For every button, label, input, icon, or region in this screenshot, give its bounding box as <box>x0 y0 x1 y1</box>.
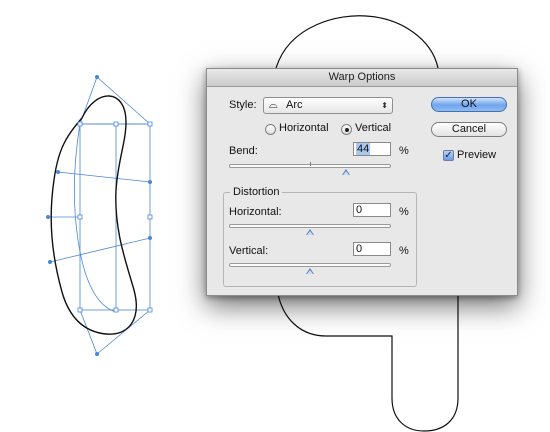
horizontal-distortion-label: Horizontal: <box>229 206 282 218</box>
vertical-distortion-label: Vertical: <box>229 245 269 257</box>
warp-envelope[interactable] <box>48 76 151 355</box>
style-value: Arc <box>286 99 303 111</box>
chevron-updown-icon: ⬍ <box>381 101 388 110</box>
horizontal-distortion-slider-thumb[interactable] <box>306 229 314 235</box>
vertical-radio-label[interactable]: Vertical <box>355 122 391 134</box>
arc-warp-icon: ⌓ <box>269 99 278 111</box>
bend-slider-center-tick <box>310 162 311 166</box>
vertical-distortion-field[interactable]: 0 <box>353 242 391 256</box>
warp-options-dialog: Warp Options Style: ⌓ Arc ⬍ Horizontal V… <box>206 68 518 296</box>
preview-checkbox[interactable]: ✓ <box>443 150 454 161</box>
dialog-title[interactable]: Warp Options <box>207 69 517 87</box>
style-popup[interactable]: ⌓ Arc ⬍ <box>263 97 393 114</box>
vertical-distortion-unit: % <box>399 245 409 257</box>
ok-button[interactable]: OK <box>431 97 507 112</box>
horizontal-radio-label[interactable]: Horizontal <box>279 122 329 134</box>
distortion-group-title: Distortion <box>230 186 283 198</box>
horizontal-distortion-slider-track[interactable] <box>229 224 391 228</box>
bend-unit: % <box>399 145 409 157</box>
horizontal-distortion-unit: % <box>399 206 409 218</box>
cancel-button[interactable]: Cancel <box>431 122 507 137</box>
style-label: Style: <box>229 99 257 111</box>
vertical-distortion-slider-thumb[interactable] <box>306 268 314 274</box>
bend-label: Bend: <box>229 145 258 157</box>
horizontal-distortion-field[interactable]: 0 <box>353 203 391 217</box>
preview-label[interactable]: Preview <box>457 149 496 161</box>
vertical-radio[interactable] <box>341 124 352 135</box>
bend-value: 44 <box>356 143 371 155</box>
warped-glyph-outline[interactable] <box>50 95 137 335</box>
bend-slider-thumb[interactable] <box>341 169 350 175</box>
vertical-distortion-slider-track[interactable] <box>229 263 391 267</box>
horizontal-radio[interactable] <box>265 124 276 135</box>
bend-field[interactable]: 44 <box>353 142 391 156</box>
